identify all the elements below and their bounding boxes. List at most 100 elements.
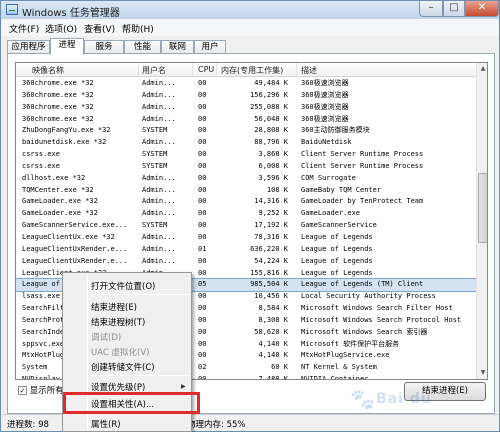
- column-header-description[interactable]: 描述: [301, 65, 317, 76]
- process-name-cell: LeagueClientUx.exe *32: [22, 232, 115, 241]
- process-description-cell: League of Legends (TM) Client: [301, 280, 424, 289]
- process-description-cell: Client Server Runtime Process: [301, 150, 424, 159]
- process-memory-cell: 255,088 K: [250, 102, 288, 111]
- table-row[interactable]: GameLoader.exe *32 Admin... 00 9,252 K GameL…: [16, 208, 476, 220]
- process-memory-cell: 108 K: [266, 185, 288, 194]
- table-row[interactable]: dllhost.exe *32 Admin... 00 3,596 K COM Surr…: [16, 173, 476, 185]
- menu-view[interactable]: 查看(V): [84, 22, 115, 35]
- menu-help[interactable]: 帮助(H): [122, 22, 154, 35]
- paw-logo-icon: 🐾: [350, 387, 375, 411]
- table-row[interactable]: LeagueClientUxRender.e... Admin... 01 636,2…: [16, 244, 476, 256]
- ctx-open-file-location[interactable]: 打开文件位置(O): [91, 280, 155, 292]
- status-process-count: 进程数: 98: [7, 420, 49, 430]
- process-description-cell: COM Surrogate: [301, 173, 356, 182]
- checkbox-box[interactable]: ✓: [18, 386, 27, 395]
- process-memory-cell: 4,140 K: [258, 351, 288, 360]
- tab-services[interactable]: 服务: [84, 40, 124, 54]
- chevron-right-icon: ▶: [181, 383, 186, 390]
- arrow-up-icon[interactable]: ▲: [477, 63, 487, 75]
- process-name-cell: LeagueClientUxRender.e...: [22, 256, 128, 265]
- process-name-cell: GameScannerService.exe...: [22, 221, 128, 230]
- tab-processes[interactable]: 进程: [50, 38, 84, 55]
- table-row[interactable]: csrss.exe SYSTEM 00 6,008 K Client Server Ru…: [16, 161, 476, 173]
- table-row[interactable]: ZhuDongFangYu.exe *32 SYSTEM 00 28,808 K 360…: [16, 125, 476, 137]
- process-cpu-cell: 02: [198, 363, 207, 372]
- process-description-cell: GameBaby TQM Center: [301, 185, 382, 194]
- title-bar[interactable]: Windows 任务管理器 – □ ✕: [1, 1, 499, 19]
- process-user-cell: Admin...: [142, 197, 176, 206]
- process-name-cell: 360chrome.exe *32: [22, 90, 94, 99]
- scrollbar-thumb[interactable]: [478, 173, 487, 243]
- ctx-properties[interactable]: 属性(R): [91, 418, 121, 430]
- process-description-cell: NT Kernel & System: [301, 363, 377, 372]
- tab-networking[interactable]: 联网: [161, 40, 194, 54]
- status-memory: 物理内存: 55%: [187, 420, 246, 430]
- table-row[interactable]: 360chrome.exe *32 Admin... 00 49,484 K 360极速…: [16, 78, 476, 90]
- process-description-cell: Microsoft Windows Search Protocol Host: [301, 315, 462, 324]
- process-cpu-cell: 00: [198, 102, 207, 111]
- maximize-button[interactable]: □: [443, 1, 465, 17]
- column-header-memory[interactable]: 内存(专用工作集): [221, 65, 283, 76]
- table-row[interactable]: 360chrome.exe *32 Admin... 00 56,048 K 360极速…: [16, 114, 476, 126]
- table-row[interactable]: LeagueClientUx.exe *32 Admin... 00 78,316 K…: [16, 232, 476, 244]
- column-header-name[interactable]: 映像名称: [32, 65, 64, 76]
- column-divider[interactable]: [138, 63, 139, 77]
- vertical-scrollbar[interactable]: ▲ ▼: [476, 63, 487, 379]
- menu-options[interactable]: 选项(O): [45, 22, 77, 35]
- process-user-cell: Admin...: [142, 209, 176, 218]
- process-memory-cell: 10,456 K: [254, 292, 288, 301]
- menu-file[interactable]: 文件(F): [9, 22, 39, 35]
- tab-applications[interactable]: 应用程序: [7, 40, 50, 54]
- ctx-end-process-tree[interactable]: 结束进程树(T): [91, 316, 145, 328]
- process-description-cell: GameLoader by TenProtect Team: [301, 197, 424, 206]
- process-cpu-cell: 00: [198, 232, 207, 241]
- table-row[interactable]: baidunetdisk.exe *32 Admin... 00 88,796 K Ba…: [16, 137, 476, 149]
- process-memory-cell: 28,808 K: [254, 126, 288, 135]
- process-user-cell: Admin...: [142, 90, 176, 99]
- column-header-cpu[interactable]: CPU: [198, 65, 214, 74]
- tab-performance[interactable]: 性能: [124, 40, 161, 54]
- task-manager-icon: [6, 4, 18, 15]
- column-divider[interactable]: [296, 63, 297, 77]
- table-row[interactable]: csrss.exe SYSTEM 00 3,868 K Client Server Ru…: [16, 149, 476, 161]
- process-memory-cell: 78,316 K: [254, 232, 288, 241]
- process-cpu-cell: 00: [198, 79, 207, 87]
- process-cpu-cell: 00: [198, 173, 207, 182]
- process-user-cell: Admin...: [142, 244, 176, 253]
- table-row[interactable]: GameLoader.exe *32 Admin... 00 14,316 K Game…: [16, 196, 476, 208]
- table-row[interactable]: 360chrome.exe *32 Admin... 00 156,296 K 360极…: [16, 90, 476, 102]
- process-cpu-cell: 00: [198, 292, 207, 301]
- table-row[interactable]: GameScannerService.exe... SYSTEM 00 17,192 …: [16, 220, 476, 232]
- table-row[interactable]: LeagueClientUxRender.e... Admin... 00 54,22…: [16, 256, 476, 268]
- tab-users[interactable]: 用户: [194, 40, 226, 54]
- process-description-cell: Microsoft Windows Search Filter Host: [301, 304, 453, 313]
- minimize-button[interactable]: –: [419, 1, 443, 17]
- process-user-cell: Admin...: [142, 79, 176, 87]
- arrow-down-icon[interactable]: ▼: [477, 367, 487, 379]
- process-user-cell: Admin...: [142, 185, 176, 194]
- process-memory-cell: 14,316 K: [254, 197, 288, 206]
- window-title: Windows 任务管理器: [22, 8, 120, 19]
- menu-bar: 文件(F) 选项(O) 查看(V) 帮助(H): [2, 19, 498, 36]
- process-name-cell: 360chrome.exe *32: [22, 114, 94, 123]
- process-memory-cell: 3,596 K: [258, 173, 288, 182]
- ctx-end-process[interactable]: 结束进程(E): [91, 301, 137, 313]
- process-cpu-cell: 00: [198, 197, 207, 206]
- process-name-cell: TQMCenter.exe *32: [22, 185, 94, 194]
- process-name-cell: ZhuDongFangYu.exe *32: [22, 126, 111, 135]
- process-memory-cell: 9,252 K: [258, 209, 288, 218]
- process-description-cell: Microsoft Windows Search 索引器: [301, 327, 428, 336]
- process-cpu-cell: 00: [198, 339, 207, 348]
- table-row[interactable]: 360chrome.exe *32 Admin... 00 255,088 K 360极…: [16, 102, 476, 114]
- process-memory-cell: 7,488 K: [258, 375, 288, 380]
- ctx-create-dump-file[interactable]: 创建转储文件(C): [91, 361, 155, 373]
- table-row[interactable]: TQMCenter.exe *32 Admin... 00 108 K GameBaby…: [16, 185, 476, 197]
- process-description-cell: MtxHotPlugService.exe: [301, 351, 390, 360]
- column-header-user[interactable]: 用户名: [142, 65, 166, 76]
- process-user-cell: SYSTEM: [142, 221, 168, 230]
- process-description-cell: League of Legends: [301, 232, 373, 241]
- process-description-cell: 360极速浏览器: [301, 102, 349, 111]
- column-divider[interactable]: [216, 63, 217, 77]
- close-button[interactable]: ✕: [465, 1, 499, 17]
- column-divider[interactable]: [192, 63, 193, 77]
